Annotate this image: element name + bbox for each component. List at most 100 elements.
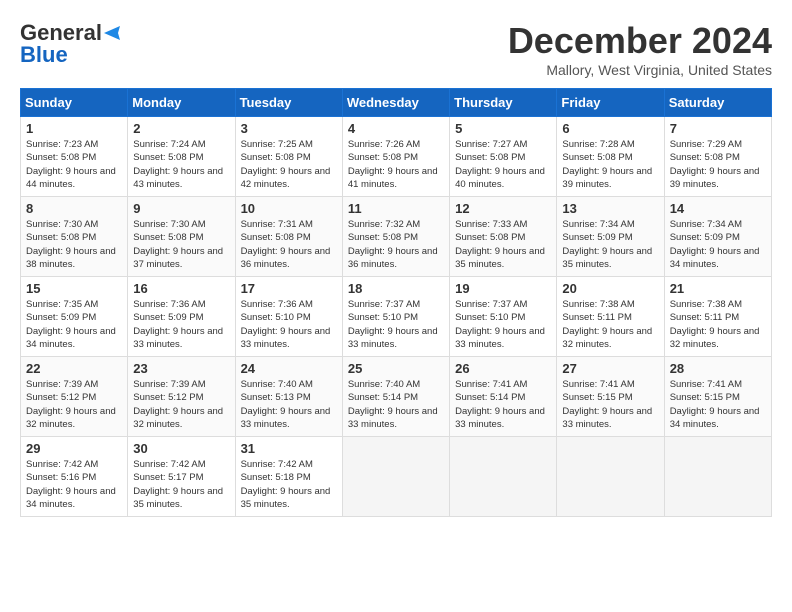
day-number: 29 xyxy=(26,441,122,456)
day-number: 2 xyxy=(133,121,229,136)
sunset-label: Sunset: 5:08 PM xyxy=(562,152,632,163)
daylight-label: Daylight: 9 hours and 38 minutes. xyxy=(26,246,116,270)
calendar-cell xyxy=(342,437,449,517)
daylight-label: Daylight: 9 hours and 33 minutes. xyxy=(133,326,223,350)
day-number: 22 xyxy=(26,361,122,376)
calendar-cell xyxy=(557,437,664,517)
calendar-cell: 9 Sunrise: 7:30 AM Sunset: 5:08 PM Dayli… xyxy=(128,197,235,277)
daylight-label: Daylight: 9 hours and 35 minutes. xyxy=(241,486,331,510)
day-number: 24 xyxy=(241,361,337,376)
day-info: Sunrise: 7:41 AM Sunset: 5:14 PM Dayligh… xyxy=(455,378,551,431)
sunrise-label: Sunrise: 7:34 AM xyxy=(562,219,634,230)
sunset-label: Sunset: 5:08 PM xyxy=(26,232,96,243)
day-number: 12 xyxy=(455,201,551,216)
day-number: 7 xyxy=(670,121,766,136)
sunrise-label: Sunrise: 7:42 AM xyxy=(241,459,313,470)
day-number: 23 xyxy=(133,361,229,376)
day-number: 16 xyxy=(133,281,229,296)
calendar-cell: 11 Sunrise: 7:32 AM Sunset: 5:08 PM Dayl… xyxy=(342,197,449,277)
day-number: 31 xyxy=(241,441,337,456)
sunrise-label: Sunrise: 7:28 AM xyxy=(562,139,634,150)
day-info: Sunrise: 7:29 AM Sunset: 5:08 PM Dayligh… xyxy=(670,138,766,191)
header-saturday: Saturday xyxy=(664,89,771,117)
sunset-label: Sunset: 5:09 PM xyxy=(133,312,203,323)
title-area: December 2024 Mallory, West Virginia, Un… xyxy=(508,20,772,78)
calendar-cell: 8 Sunrise: 7:30 AM Sunset: 5:08 PM Dayli… xyxy=(21,197,128,277)
day-number: 19 xyxy=(455,281,551,296)
sunset-label: Sunset: 5:13 PM xyxy=(241,392,311,403)
day-number: 9 xyxy=(133,201,229,216)
daylight-label: Daylight: 9 hours and 33 minutes. xyxy=(241,406,331,430)
day-info: Sunrise: 7:40 AM Sunset: 5:14 PM Dayligh… xyxy=(348,378,444,431)
day-number: 21 xyxy=(670,281,766,296)
week-row-2: 8 Sunrise: 7:30 AM Sunset: 5:08 PM Dayli… xyxy=(21,197,772,277)
daylight-label: Daylight: 9 hours and 34 minutes. xyxy=(670,246,760,270)
sunrise-label: Sunrise: 7:24 AM xyxy=(133,139,205,150)
daylight-label: Daylight: 9 hours and 35 minutes. xyxy=(562,246,652,270)
day-number: 10 xyxy=(241,201,337,216)
header-friday: Friday xyxy=(557,89,664,117)
calendar-cell: 27 Sunrise: 7:41 AM Sunset: 5:15 PM Dayl… xyxy=(557,357,664,437)
day-number: 15 xyxy=(26,281,122,296)
logo-blue: Blue xyxy=(20,42,68,68)
sunrise-label: Sunrise: 7:32 AM xyxy=(348,219,420,230)
week-row-3: 15 Sunrise: 7:35 AM Sunset: 5:09 PM Dayl… xyxy=(21,277,772,357)
sunset-label: Sunset: 5:08 PM xyxy=(26,152,96,163)
day-info: Sunrise: 7:41 AM Sunset: 5:15 PM Dayligh… xyxy=(670,378,766,431)
daylight-label: Daylight: 9 hours and 35 minutes. xyxy=(455,246,545,270)
day-info: Sunrise: 7:42 AM Sunset: 5:16 PM Dayligh… xyxy=(26,458,122,511)
sunrise-label: Sunrise: 7:38 AM xyxy=(562,299,634,310)
sunrise-label: Sunrise: 7:35 AM xyxy=(26,299,98,310)
calendar-cell: 21 Sunrise: 7:38 AM Sunset: 5:11 PM Dayl… xyxy=(664,277,771,357)
day-number: 13 xyxy=(562,201,658,216)
daylight-label: Daylight: 9 hours and 33 minutes. xyxy=(455,406,545,430)
day-number: 4 xyxy=(348,121,444,136)
day-info: Sunrise: 7:35 AM Sunset: 5:09 PM Dayligh… xyxy=(26,298,122,351)
day-info: Sunrise: 7:30 AM Sunset: 5:08 PM Dayligh… xyxy=(133,218,229,271)
calendar-cell: 17 Sunrise: 7:36 AM Sunset: 5:10 PM Dayl… xyxy=(235,277,342,357)
daylight-label: Daylight: 9 hours and 33 minutes. xyxy=(348,406,438,430)
daylight-label: Daylight: 9 hours and 33 minutes. xyxy=(241,326,331,350)
calendar-cell: 3 Sunrise: 7:25 AM Sunset: 5:08 PM Dayli… xyxy=(235,117,342,197)
sunrise-label: Sunrise: 7:37 AM xyxy=(348,299,420,310)
day-number: 28 xyxy=(670,361,766,376)
daylight-label: Daylight: 9 hours and 34 minutes. xyxy=(670,406,760,430)
header-monday: Monday xyxy=(128,89,235,117)
sunrise-label: Sunrise: 7:42 AM xyxy=(26,459,98,470)
calendar-cell: 22 Sunrise: 7:39 AM Sunset: 5:12 PM Dayl… xyxy=(21,357,128,437)
week-row-1: 1 Sunrise: 7:23 AM Sunset: 5:08 PM Dayli… xyxy=(21,117,772,197)
calendar-cell: 16 Sunrise: 7:36 AM Sunset: 5:09 PM Dayl… xyxy=(128,277,235,357)
sunrise-label: Sunrise: 7:29 AM xyxy=(670,139,742,150)
sunset-label: Sunset: 5:08 PM xyxy=(455,152,525,163)
daylight-label: Daylight: 9 hours and 34 minutes. xyxy=(26,326,116,350)
sunset-label: Sunset: 5:08 PM xyxy=(670,152,740,163)
day-info: Sunrise: 7:24 AM Sunset: 5:08 PM Dayligh… xyxy=(133,138,229,191)
daylight-label: Daylight: 9 hours and 36 minutes. xyxy=(241,246,331,270)
calendar-cell: 12 Sunrise: 7:33 AM Sunset: 5:08 PM Dayl… xyxy=(450,197,557,277)
week-row-4: 22 Sunrise: 7:39 AM Sunset: 5:12 PM Dayl… xyxy=(21,357,772,437)
calendar-cell: 26 Sunrise: 7:41 AM Sunset: 5:14 PM Dayl… xyxy=(450,357,557,437)
calendar-cell xyxy=(450,437,557,517)
header-thursday: Thursday xyxy=(450,89,557,117)
day-info: Sunrise: 7:41 AM Sunset: 5:15 PM Dayligh… xyxy=(562,378,658,431)
sunset-label: Sunset: 5:08 PM xyxy=(241,232,311,243)
day-info: Sunrise: 7:38 AM Sunset: 5:11 PM Dayligh… xyxy=(562,298,658,351)
sunrise-label: Sunrise: 7:33 AM xyxy=(455,219,527,230)
sunrise-label: Sunrise: 7:36 AM xyxy=(133,299,205,310)
calendar-cell: 23 Sunrise: 7:39 AM Sunset: 5:12 PM Dayl… xyxy=(128,357,235,437)
calendar-cell: 31 Sunrise: 7:42 AM Sunset: 5:18 PM Dayl… xyxy=(235,437,342,517)
sunrise-label: Sunrise: 7:30 AM xyxy=(133,219,205,230)
sunrise-label: Sunrise: 7:30 AM xyxy=(26,219,98,230)
sunset-label: Sunset: 5:08 PM xyxy=(348,152,418,163)
daylight-label: Daylight: 9 hours and 33 minutes. xyxy=(455,326,545,350)
day-number: 14 xyxy=(670,201,766,216)
calendar-cell: 30 Sunrise: 7:42 AM Sunset: 5:17 PM Dayl… xyxy=(128,437,235,517)
sunset-label: Sunset: 5:17 PM xyxy=(133,472,203,483)
logo-arrow-icon xyxy=(102,24,124,42)
day-number: 18 xyxy=(348,281,444,296)
calendar-header-row: SundayMondayTuesdayWednesdayThursdayFrid… xyxy=(21,89,772,117)
daylight-label: Daylight: 9 hours and 33 minutes. xyxy=(562,406,652,430)
sunrise-label: Sunrise: 7:27 AM xyxy=(455,139,527,150)
daylight-label: Daylight: 9 hours and 39 minutes. xyxy=(562,166,652,190)
day-number: 25 xyxy=(348,361,444,376)
